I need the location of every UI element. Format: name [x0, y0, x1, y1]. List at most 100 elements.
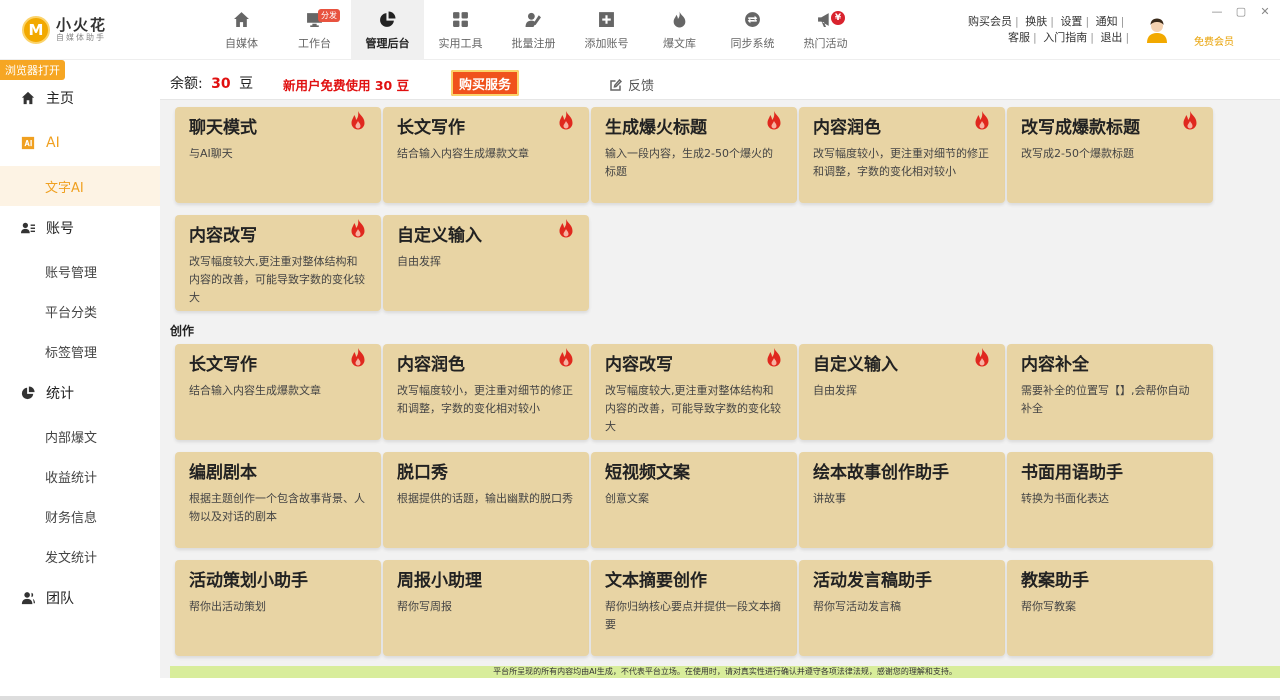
buy-vip-link[interactable]: 购买会员 [968, 15, 1012, 28]
tool-card[interactable]: 书面用语助手 转换为书面化表达 [1007, 452, 1213, 548]
tool-card-description: 自由发挥 [813, 384, 857, 397]
balance-unit: 豆 [239, 76, 254, 92]
tool-card-title: 内容润色 [813, 118, 881, 138]
sidebar-item-label: 统计 [46, 386, 74, 402]
tool-card[interactable]: 脱口秀 根据提供的话题，输出幽默的脱口秀 [383, 452, 589, 548]
tool-card[interactable]: 文本摘要创作 帮你归纳核心要点并提供一段文本摘要 [591, 560, 797, 656]
flame-icon [671, 10, 689, 28]
sidebar-item-label: 团队 [46, 591, 74, 607]
tool-card-title: 内容改写 [189, 226, 257, 246]
sidebar-item-label: AI [46, 135, 60, 151]
guide-link[interactable]: 入门指南 [1043, 31, 1087, 44]
tool-card[interactable]: 长文写作 结合输入内容生成爆款文章 [383, 107, 589, 203]
sidebar-item-team[interactable]: 团队 [0, 578, 160, 618]
tool-card-title: 内容改写 [605, 355, 673, 375]
sidebar-item-home[interactable]: 主页 [0, 78, 160, 118]
tool-card[interactable]: 活动发言稿助手 帮你写活动发言稿 [799, 560, 1005, 656]
buy-service-button[interactable]: 购买服务 [451, 70, 519, 96]
tool-card[interactable]: 自定义输入 自由发挥 [383, 215, 589, 311]
sidebar-item-ai[interactable]: AI [0, 123, 160, 163]
nav-item-admin[interactable]: 管理后台 [351, 0, 424, 60]
tool-card[interactable]: 周报小助理帮你写周报 [383, 560, 589, 656]
tool-card-title: 活动策划小助手 [189, 571, 308, 591]
hot-flame-icon [1179, 110, 1201, 132]
feedback-button[interactable]: 反馈 [610, 75, 654, 94]
tool-card[interactable]: 改写成爆款标题 改写成2-50个爆款标题 [1007, 107, 1213, 203]
tool-card[interactable]: 内容补全 需要补全的位置写【】,会帮你自动补全 [1007, 344, 1213, 440]
minimize-icon[interactable]: — [1205, 4, 1229, 18]
nav-item-add-account[interactable]: 添加账号 [570, 0, 643, 60]
service-link[interactable]: 客服 [1008, 31, 1030, 44]
skin-link[interactable]: 换肤 [1025, 15, 1047, 28]
nav-item-media[interactable]: 自媒体 [205, 0, 278, 60]
balance-label: 余额: [170, 76, 203, 92]
tool-card-title: 周报小助理 [397, 571, 482, 591]
sidebar-item-finance[interactable]: 财务信息 [0, 496, 160, 536]
hot-flame-icon [555, 347, 577, 369]
sidebar-item-internal-articles[interactable]: 内部爆文 [0, 416, 160, 456]
ai-icon [20, 135, 36, 151]
tool-card[interactable]: 编剧剧本 根据主题创作一个包含故事背景、人物以及对话的剧本 [175, 452, 381, 548]
tool-card[interactable]: 内容改写改写幅度较大,更注重对整体结构和内容的改善，可能导致字数的变化较大 [175, 215, 381, 311]
tool-card[interactable]: 内容润色改写幅度较小，更注重对细节的修正和调整，字数的变化相对较小 [383, 344, 589, 440]
tool-card[interactable]: 长文写作 结合输入内容生成爆款文章 [175, 344, 381, 440]
nav-label: 工作台 [298, 37, 331, 50]
tool-card-description: 创意文案 [605, 492, 649, 505]
tool-card-title: 文本摘要创作 [605, 571, 707, 591]
tool-card[interactable]: 内容改写 改写幅度较大,更注重对整体结构和内容的改善，可能导致字数的变化较大 [591, 344, 797, 440]
section-label-create: 创作 [170, 324, 195, 338]
logout-link[interactable]: 退出 [1100, 31, 1122, 44]
sidebar-item-stats[interactable]: 统计 [0, 373, 160, 413]
nav-label: 爆文库 [663, 37, 696, 50]
nav-item-article-library[interactable]: 爆文库 [643, 0, 716, 60]
nav-item-workbench[interactable]: 分发 工作台 [278, 0, 351, 60]
tool-card[interactable]: 活动策划小助手 帮你出活动策划 [175, 560, 381, 656]
avatar[interactable] [1145, 17, 1169, 43]
tool-card-description: 讲故事 [813, 492, 846, 505]
plus-square-icon [598, 10, 616, 28]
tool-card-title: 活动发言稿助手 [813, 571, 932, 591]
top-nav: 自媒体 分发 工作台 管理后台 实用工具 批量注册 添加账号 爆文库 同步系统 … [205, 0, 862, 60]
tool-card-description: 帮你写周报 [397, 600, 452, 613]
nav-item-hot-events[interactable]: ¥ 热门活动 [789, 0, 862, 60]
tool-card[interactable]: 自定义输入 自由发挥 [799, 344, 1005, 440]
sidebar-item-tag-manage[interactable]: 标签管理 [0, 331, 160, 371]
tool-card-title: 短视频文案 [605, 463, 690, 483]
tool-card[interactable]: 短视频文案 创意文案 [591, 452, 797, 548]
sidebar-item-platform-category[interactable]: 平台分类 [0, 291, 160, 331]
sidebar-item-label: 主页 [46, 91, 74, 107]
tool-card[interactable]: 生成爆火标题 输入一段内容，生成2-50个爆火的标题 [591, 107, 797, 203]
sidebar-item-revenue-stats[interactable]: 收益统计 [0, 456, 160, 496]
sidebar-item-text-ai[interactable]: 文字AI [0, 166, 160, 206]
tool-card[interactable]: 教案助手 帮你写教案 [1007, 560, 1213, 656]
sidebar-item-post-stats[interactable]: 发文统计 [0, 536, 160, 576]
open-in-browser-button[interactable]: 浏览器打开 [0, 60, 65, 80]
top-links: 购买会员 | 换肤 | 设置 | 通知 | 客服 | 入门指南 | 退出 | [968, 15, 1130, 44]
sidebar-item-account[interactable]: 账号 [0, 208, 160, 248]
close-icon[interactable]: ✕ [1253, 4, 1277, 18]
tool-card[interactable]: 内容润色 改写幅度较小，更注重对细节的修正和调整，字数的变化相对较小 [799, 107, 1005, 203]
nav-item-batch-register[interactable]: 批量注册 [497, 0, 570, 60]
tool-card[interactable]: 绘本故事创作助手 讲故事 [799, 452, 1005, 548]
settings-link[interactable]: 设置 [1060, 15, 1082, 28]
tool-card-description: 改写成2-50个爆款标题 [1021, 147, 1134, 160]
logo-badge: M [22, 16, 50, 44]
nav-item-tools[interactable]: 实用工具 [424, 0, 497, 60]
tool-card-title: 教案助手 [1021, 571, 1089, 591]
home-icon [20, 90, 36, 106]
notify-link[interactable]: 通知 [1096, 15, 1118, 28]
tool-card-description: 自由发挥 [397, 255, 441, 268]
pie-chart-icon [379, 10, 397, 28]
app-name: 小火花 [56, 16, 108, 34]
tool-card-title: 内容润色 [397, 355, 465, 375]
user-card-icon [20, 220, 36, 236]
tool-card-title: 长文写作 [189, 355, 257, 375]
tool-card[interactable]: 聊天模式 与AI聊天 [175, 107, 381, 203]
sidebar-item-account-manage[interactable]: 账号管理 [0, 251, 160, 291]
tool-card-description: 改写幅度较小，更注重对细节的修正和调整，字数的变化相对较小 [397, 384, 573, 415]
maximize-icon[interactable]: ▢ [1229, 4, 1253, 18]
balance: 余额: 30 豆 [170, 73, 253, 93]
nav-item-sync[interactable]: 同步系统 [716, 0, 789, 60]
tool-card-description: 改写幅度较大,更注重对整体结构和内容的改善，可能导致字数的变化较大 [189, 255, 365, 304]
home-icon [233, 10, 251, 28]
